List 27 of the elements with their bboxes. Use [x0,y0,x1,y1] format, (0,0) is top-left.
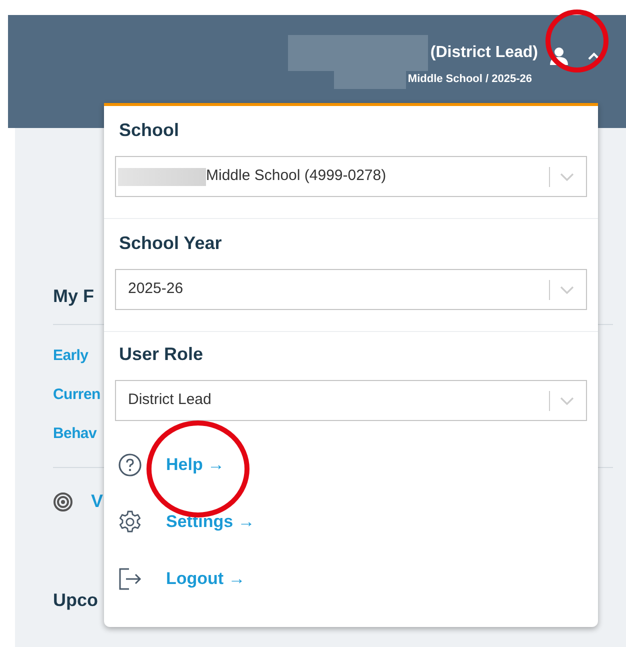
select-field[interactable]: District Lead [115,380,587,421]
chevron-down-icon [560,396,574,404]
user-role: (District Lead) [430,43,538,63]
field-label: School Year [118,232,223,255]
user-icon [550,47,568,65]
chevron-up-icon [587,52,601,60]
section-heading: Upco [53,589,98,612]
highlight-circle [545,9,609,73]
menu-link[interactable]: Logout → [166,566,246,592]
menu-link[interactable]: Settings → [166,508,255,534]
target-icon [53,492,73,512]
field-label: User Role [118,343,204,366]
view-link[interactable]: V [91,488,104,515]
report-link[interactable]: Behav [53,423,97,445]
school-year-text: Middle School / 2025-26 [408,72,532,87]
chevron-down-icon [560,286,574,294]
report-link[interactable]: Curren [53,384,100,406]
logout-icon [118,566,142,590]
select-field[interactable]: 2025-26 [115,269,587,310]
help-icon [118,452,142,476]
select-field[interactable]: Middle School (4999-0278) [115,156,587,197]
section-heading: My F [53,285,94,308]
settings-icon [118,510,142,534]
menu-link[interactable]: Help → [166,452,225,478]
field-label: School [118,119,180,142]
chevron-down-icon [560,172,574,180]
report-link[interactable]: Early [53,345,88,367]
